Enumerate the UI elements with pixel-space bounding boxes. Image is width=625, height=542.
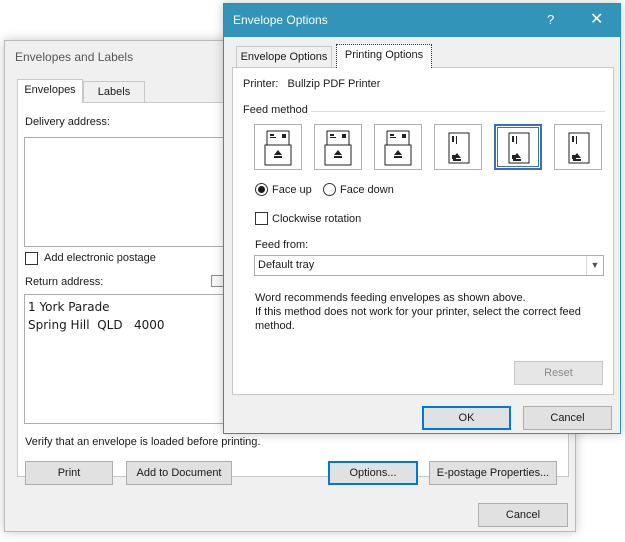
tab-envelopes-label: Envelopes: [24, 84, 76, 96]
feed-option-1[interactable]: [254, 124, 302, 170]
feed-vertical-right-icon: [568, 132, 590, 164]
return-address-label: Return address:: [25, 276, 104, 288]
feed-method-divider: [311, 111, 605, 112]
feed-vertical-center-icon: [508, 132, 530, 164]
printer-label: Printer:: [243, 78, 279, 90]
envelope-options-dialog: Envelope Options ? ✕ Envelope Options Pr…: [223, 3, 621, 434]
face-up-radio[interactable]: [255, 183, 268, 196]
feed-vertical-left-icon: [448, 132, 470, 164]
delivery-address-label: Delivery address:: [25, 116, 110, 128]
feed-method-label: Feed method: [243, 104, 308, 116]
face-up-label: Face up: [272, 184, 312, 196]
feed-option-4[interactable]: [434, 124, 482, 170]
tab-printing-options-label: Printing Options: [344, 49, 424, 61]
feed-option-5[interactable]: [494, 124, 542, 170]
envelope-options-titlebar: Envelope Options ? ✕: [224, 4, 620, 37]
recommend-line2: If this method does not work for your pr…: [255, 306, 581, 318]
chevron-down-icon: ▼: [586, 256, 603, 275]
printer-row: Printer: Bullzip PDF Printer: [243, 78, 380, 90]
feed-option-3[interactable]: [374, 124, 422, 170]
options-button[interactable]: Options...: [328, 461, 418, 485]
tab-envelope-options-label: Envelope Options: [240, 51, 328, 63]
help-icon[interactable]: ?: [547, 12, 554, 27]
tab-labels-label: Labels: [97, 86, 131, 98]
electronic-postage-label: Add electronic postage: [44, 252, 156, 264]
close-icon[interactable]: ✕: [590, 9, 603, 29]
feed-horizontal-center-icon: [324, 130, 352, 166]
tab-envelope-options[interactable]: Envelope Options: [236, 46, 332, 68]
tab-printing-options[interactable]: Printing Options: [336, 44, 432, 68]
feed-horizontal-right-icon: [384, 130, 412, 166]
clockwise-rotation-label: Clockwise rotation: [272, 213, 362, 225]
reset-button[interactable]: Reset: [514, 361, 603, 385]
envelope-options-title: Envelope Options: [233, 13, 328, 27]
recommend-line1: Word recommends feeding envelopes as sho…: [255, 292, 526, 304]
feed-from-value: Default tray: [258, 259, 315, 271]
printer-name: Bullzip PDF Printer: [287, 78, 381, 90]
recommend-line3: method.: [255, 320, 295, 332]
printing-options-panel: Printer: Bullzip PDF Printer Feed method…: [232, 67, 614, 395]
feed-from-dropdown[interactable]: Default tray ▼: [254, 255, 604, 276]
print-button[interactable]: Print: [25, 461, 113, 485]
options-cancel-button[interactable]: Cancel: [523, 406, 612, 430]
clockwise-rotation-checkbox[interactable]: [255, 212, 268, 225]
tab-labels[interactable]: Labels: [83, 81, 145, 103]
feed-horizontal-left-icon: [264, 130, 292, 166]
tab-envelopes[interactable]: Envelopes: [17, 79, 83, 103]
add-to-document-button[interactable]: Add to Document: [126, 461, 232, 485]
feed-option-2[interactable]: [314, 124, 362, 170]
envelopes-cancel-button[interactable]: Cancel: [478, 503, 568, 527]
ok-button[interactable]: OK: [422, 406, 511, 430]
feed-from-label: Feed from:: [255, 239, 309, 251]
verify-text: Verify that an envelope is loaded before…: [25, 436, 261, 448]
envelopes-labels-title: Envelopes and Labels: [15, 50, 134, 64]
epostage-properties-button[interactable]: E-postage Properties...: [429, 461, 557, 485]
feed-option-6[interactable]: [554, 124, 602, 170]
face-down-label: Face down: [340, 184, 394, 196]
electronic-postage-checkbox[interactable]: [25, 252, 38, 265]
face-down-radio[interactable]: [323, 183, 336, 196]
